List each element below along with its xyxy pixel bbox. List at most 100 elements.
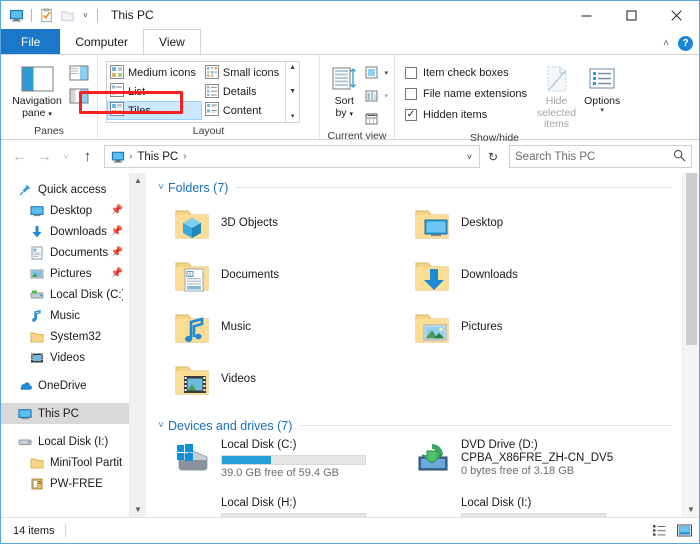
hide-selected-items-button[interactable]: Hide selecteditems — [537, 59, 576, 131]
list-item[interactable]: Local Disk (H:) — [172, 493, 412, 517]
this-pc-icon[interactable] — [110, 149, 126, 165]
sidebar-item-local-disk-i[interactable]: Local Disk (I:) — [1, 431, 129, 452]
up-button[interactable]: ↑ — [76, 145, 99, 168]
hidden-items-label: Hidden items — [423, 109, 487, 121]
close-button[interactable] — [654, 1, 699, 29]
details-view-button[interactable] — [651, 522, 668, 539]
sidebar-item-documents[interactable]: Documents 📌 — [1, 242, 129, 263]
gallery-expand-icon[interactable]: ▾ — [291, 112, 295, 120]
recent-locations-button[interactable]: ˅ — [58, 145, 74, 168]
details-pane-button[interactable] — [68, 85, 90, 106]
sidebar-item-music[interactable]: Music — [1, 305, 129, 326]
sidebar-item-quick-access[interactable]: Quick access — [1, 179, 129, 200]
capacity-bar — [221, 455, 366, 465]
folders-section-header[interactable]: ˅ Folders (7) — [154, 173, 682, 197]
layout-item-small-icons[interactable]: Small icons — [202, 64, 285, 83]
sort-by-button[interactable]: Sortby ▾ — [325, 59, 363, 120]
item-check-boxes-checkbox[interactable] — [405, 67, 417, 79]
breadcrumb-this-pc[interactable]: This PC — [137, 151, 178, 163]
forward-button[interactable]: → — [33, 145, 56, 168]
list-item[interactable]: DVD Drive (D:) CPBA_X86FRE_ZH-CN_DV5 0 b… — [412, 435, 652, 493]
pin-icon[interactable]: 📌 — [111, 205, 123, 216]
back-button[interactable]: ← — [8, 145, 31, 168]
devices-collapse-chevron-icon[interactable]: ˅ — [154, 420, 168, 431]
file-name-extensions-checkbox[interactable] — [405, 88, 417, 100]
layout-item-content[interactable]: Content — [202, 101, 285, 120]
options-caret-icon[interactable]: ▾ — [600, 108, 604, 114]
list-item[interactable]: Videos — [172, 353, 412, 405]
large-icons-view-button[interactable] — [676, 522, 693, 539]
search-input[interactable]: Search This PC — [515, 151, 673, 163]
new-folder-icon[interactable] — [59, 7, 76, 24]
gallery-scroll-down-icon[interactable]: ▼ — [289, 88, 296, 95]
group-by-button[interactable]: ▾ — [363, 62, 389, 83]
sidebar-item-this-pc[interactable]: This PC — [1, 403, 129, 424]
hidden-items-row[interactable]: ✓ Hidden items — [402, 104, 527, 125]
pin-icon[interactable]: 📌 — [111, 268, 123, 279]
devices-section-header[interactable]: ˅ Devices and drives (7) — [154, 411, 682, 435]
search-icon[interactable] — [673, 149, 686, 165]
sidebar-item-desktop[interactable]: Desktop 📌 — [1, 200, 129, 221]
options-button[interactable]: Options ▾ — [584, 59, 620, 114]
tab-view[interactable]: View — [143, 29, 201, 54]
list-item[interactable]: 3D Objects — [172, 197, 412, 249]
list-item[interactable]: Pictures — [412, 301, 652, 353]
search-box[interactable]: Search This PC — [509, 145, 692, 168]
tab-file[interactable]: File — [1, 29, 60, 54]
help-icon[interactable]: ? — [678, 36, 693, 51]
size-all-columns-button[interactable] — [363, 108, 389, 129]
ribbon-right-controls: ˄ ? — [663, 36, 693, 51]
layout-gallery-scroll[interactable]: ▲ ▼ ▾ — [285, 62, 299, 122]
folders-collapse-chevron-icon[interactable]: ˅ — [154, 182, 168, 193]
navigation-pane-button[interactable]: Navigationpane ▾ — [6, 59, 68, 120]
sidebar-item-minitool-partition[interactable]: MiniTool Partitio — [1, 452, 129, 473]
add-columns-caret-icon[interactable]: ▾ — [384, 92, 388, 100]
gallery-scroll-up-icon[interactable]: ▲ — [289, 64, 296, 71]
sidebar-item-videos[interactable]: Videos — [1, 347, 129, 368]
pin-icon[interactable]: 📌 — [111, 247, 123, 258]
nav-scroll-down-icon[interactable]: ▼ — [134, 505, 142, 514]
properties-icon[interactable] — [38, 7, 55, 24]
sidebar-item-downloads[interactable]: Downloads 📌 — [1, 221, 129, 242]
list-item[interactable]: Local Disk (C:) 39.0 GB free of 59.4 GB — [172, 435, 412, 493]
sidebar-item-onedrive[interactable]: OneDrive — [1, 375, 129, 396]
hidden-items-checkbox[interactable]: ✓ — [405, 109, 417, 121]
breadcrumb[interactable]: › This PC › ˅ — [104, 145, 480, 168]
sidebar-item-pictures[interactable]: Pictures 📌 — [1, 263, 129, 284]
layout-item-tiles[interactable]: Tiles — [107, 101, 202, 120]
explorer-body: Quick access Desktop 📌 Downloads 📌 — [1, 173, 699, 517]
tab-computer[interactable]: Computer — [60, 29, 143, 54]
list-item[interactable]: Music — [172, 301, 412, 353]
breadcrumb-dropdown-icon[interactable]: ˅ — [462, 152, 477, 162]
content-scroll-thumb[interactable] — [686, 173, 697, 345]
navigation-scrollbar[interactable]: ▲ ▼ — [129, 173, 146, 517]
breadcrumb-separator-2[interactable]: › — [183, 151, 186, 162]
pin-icon[interactable]: 📌 — [111, 226, 123, 237]
layout-item-medium-icons[interactable]: Medium icons — [107, 64, 202, 83]
list-item[interactable]: Downloads — [412, 249, 652, 301]
layout-item-list[interactable]: List — [107, 83, 202, 102]
file-name-extensions-row[interactable]: File name extensions — [402, 83, 527, 104]
collapse-ribbon-icon[interactable]: ˄ — [663, 38, 669, 49]
folders-tile-grid: 3D Objects Desktop A Documents — [154, 197, 682, 405]
refresh-icon[interactable]: ↻ — [482, 145, 504, 168]
customize-qat-caret-icon[interactable]: ˅ — [80, 11, 91, 20]
list-item[interactable]: Desktop — [412, 197, 652, 249]
sidebar-item-system32[interactable]: System32 — [1, 326, 129, 347]
content-scrollbar[interactable]: ▲ ▼ — [682, 173, 699, 517]
add-columns-button[interactable]: ▾ — [363, 85, 389, 106]
preview-pane-button[interactable] — [68, 62, 90, 83]
layout-item-details[interactable]: Details — [202, 83, 285, 102]
nav-scroll-up-icon[interactable]: ▲ — [134, 176, 142, 185]
group-by-caret-icon[interactable]: ▾ — [384, 69, 388, 77]
item-check-boxes-row[interactable]: Item check boxes — [402, 62, 527, 83]
list-item[interactable]: Local Disk (I:) — [412, 493, 652, 517]
sidebar-item-local-disk-c[interactable]: Local Disk (C:) — [1, 284, 129, 305]
pictures-icon — [29, 266, 45, 282]
content-scroll-down-icon[interactable]: ▼ — [687, 505, 695, 514]
maximize-button[interactable] — [609, 1, 654, 29]
minimize-button[interactable] — [564, 1, 609, 29]
list-item[interactable]: A Documents — [172, 249, 412, 301]
sidebar-item-pw-free[interactable]: PW-FREE — [1, 473, 129, 494]
this-pc-icon[interactable] — [8, 7, 25, 24]
